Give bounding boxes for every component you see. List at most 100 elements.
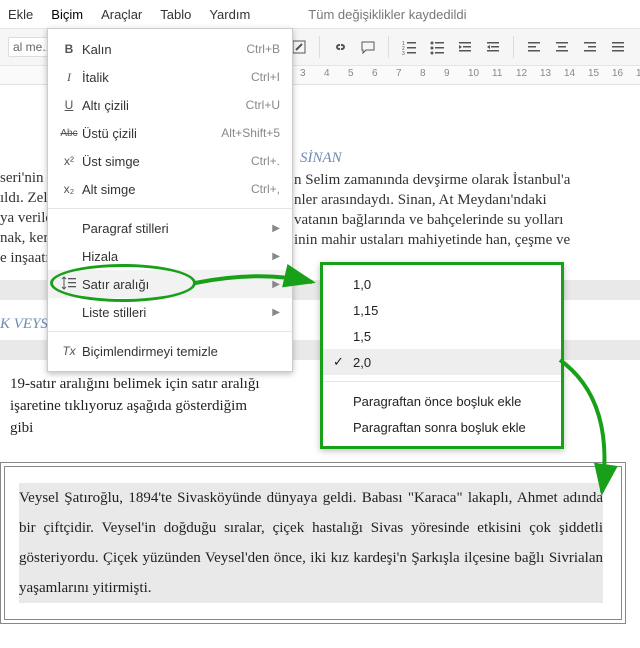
menu-yardim[interactable]: Yardım <box>209 7 250 22</box>
spacing-option-1-15[interactable]: 1,15 <box>323 297 561 323</box>
doc-fragment: ıldı. Zel <box>0 190 48 207</box>
menu-tablo[interactable]: Tablo <box>160 7 191 22</box>
ruler-tick: 12 <box>516 68 527 79</box>
strikethrough-icon: Abc <box>56 128 82 139</box>
separator <box>388 36 389 58</box>
ruler-tick: 3 <box>300 68 306 79</box>
ruler-tick: 16 <box>612 68 623 79</box>
save-status: Tüm değişiklikler kaydedildi <box>308 7 466 22</box>
menu-item-label: Satır aralığı <box>82 277 266 292</box>
submenu-arrow-icon: ▶ <box>272 307 280 318</box>
menu-item-label: Altı çizili <box>82 98 246 113</box>
doc-fragment: K VEYS <box>0 316 48 333</box>
spacing-add-before[interactable]: Paragraftan önce boşluk ekle <box>323 388 561 414</box>
insert-comment-button[interactable] <box>355 34 381 60</box>
ruler-tick: 7 <box>396 68 402 79</box>
increase-indent-button[interactable] <box>480 34 506 60</box>
doc-line: n Selim zamanında devşirme olarak İstanb… <box>294 170 570 190</box>
decrease-indent-button[interactable] <box>452 34 478 60</box>
menu-item-clear-formatting[interactable]: Tx Biçimlendirmeyi temizle <box>48 337 292 365</box>
doc-line: nler arasındaydı. Sinan, At Meydanı'ndak… <box>294 190 547 210</box>
separator <box>319 36 320 58</box>
paragraph-box: Veysel Şatıroğlu, 1894'te Sivasköyünde d… <box>0 462 626 624</box>
clear-format-icon: Tx <box>56 344 82 358</box>
italic-icon: I <box>56 70 82 85</box>
ruler-tick: 9 <box>444 68 450 79</box>
doc-fragment: ya verile <box>0 210 52 227</box>
ruler-tick: 10 <box>468 68 479 79</box>
ruler-tick: 14 <box>564 68 575 79</box>
shortcut: Ctrl+, <box>251 182 280 196</box>
bold-icon: B <box>56 42 82 56</box>
annotation-line: 19-satır aralığını belimek için satır ar… <box>10 376 260 393</box>
annotation-line: gibi <box>10 420 33 437</box>
menu-item-label: Üstü çizili <box>82 126 221 141</box>
option-label: 1,5 <box>353 329 371 344</box>
ruler-tick: 17 <box>636 68 640 79</box>
doc-fragment: nak, ker <box>0 230 48 247</box>
shortcut: Ctrl+B <box>246 42 280 56</box>
menu-item-label: Üst simge <box>82 154 251 169</box>
subscript-icon: x₂ <box>56 182 82 196</box>
menu-araclar[interactable]: Araçlar <box>101 7 142 22</box>
superscript-icon: x² <box>56 154 82 168</box>
menu-ekle[interactable]: Ekle <box>8 7 33 22</box>
underline-icon: U <box>56 98 82 112</box>
menu-item-label: Alt simge <box>82 182 251 197</box>
ruler-tick: 13 <box>540 68 551 79</box>
menu-item-list-styles[interactable]: Liste stilleri ▶ <box>48 298 292 326</box>
menubar: Ekle Biçim Araçlar Tablo Yardım Tüm deği… <box>0 0 640 29</box>
menu-item-subscript[interactable]: x₂ Alt simge Ctrl+, <box>48 175 292 203</box>
menu-item-bold[interactable]: B Kalın Ctrl+B <box>48 35 292 63</box>
menu-item-label: Hizala <box>82 249 266 264</box>
submenu-arrow-icon: ▶ <box>272 251 280 262</box>
spacing-option-1-5[interactable]: 1,5 <box>323 323 561 349</box>
option-label: Paragraftan sonra boşluk ekle <box>353 420 526 435</box>
ruler-tick: 11 <box>492 68 502 79</box>
ruler-tick: 6 <box>372 68 378 79</box>
ruler-tick: 4 <box>324 68 330 79</box>
menu-item-paragraph-styles[interactable]: Paragraf stilleri ▶ <box>48 214 292 242</box>
align-right-button[interactable] <box>577 34 603 60</box>
menu-item-underline[interactable]: U Altı çizili Ctrl+U <box>48 91 292 119</box>
ruler-tick: 8 <box>420 68 426 79</box>
numbered-list-button[interactable]: 123 <box>396 34 422 60</box>
ruler-tick: 5 <box>348 68 354 79</box>
spacing-option-1-0[interactable]: 1,0 <box>323 271 561 297</box>
line-spacing-icon <box>56 275 82 294</box>
insert-link-button[interactable] <box>327 34 353 60</box>
menu-item-superscript[interactable]: x² Üst simge Ctrl+. <box>48 147 292 175</box>
menu-item-strikethrough[interactable]: Abc Üstü çizili Alt+Shift+5 <box>48 119 292 147</box>
menu-item-italic[interactable]: I İtalik Ctrl+I <box>48 63 292 91</box>
align-center-button[interactable] <box>549 34 575 60</box>
line-spacing-submenu: 1,0 1,15 1,5 ✓2,0 Paragraftan önce boşlu… <box>320 262 564 449</box>
annotation-line: işaretine tıklıyoruz aşağıda gösterdiğim <box>10 398 247 415</box>
menu-bicim[interactable]: Biçim <box>51 7 83 22</box>
menu-item-label: Kalın <box>82 42 246 57</box>
menu-item-align[interactable]: Hizala ▶ <box>48 242 292 270</box>
shortcut: Alt+Shift+5 <box>221 126 280 140</box>
menu-divider <box>323 381 561 382</box>
spacing-option-2-0[interactable]: ✓2,0 <box>323 349 561 375</box>
menu-item-label: İtalik <box>82 70 251 85</box>
check-icon: ✓ <box>333 354 344 370</box>
align-left-button[interactable] <box>521 34 547 60</box>
option-label: 1,15 <box>353 303 378 318</box>
option-label: 1,0 <box>353 277 371 292</box>
doc-fragment: seri'nin <box>0 170 44 187</box>
menu-item-label: Paragraf stilleri <box>82 221 266 236</box>
shortcut: Ctrl+I <box>251 70 280 84</box>
doc-fragment: e inşaatı <box>0 250 50 267</box>
align-justify-button[interactable] <box>605 34 631 60</box>
bulleted-list-button[interactable] <box>424 34 450 60</box>
menu-item-line-spacing[interactable]: Satır aralığı ▶ <box>48 270 292 298</box>
shortcut: Ctrl+. <box>251 154 280 168</box>
separator <box>513 36 514 58</box>
menu-divider <box>48 208 292 209</box>
doc-line: inin mahir ustaları mahiyetinde han, çeş… <box>294 230 570 250</box>
option-label: Paragraftan önce boşluk ekle <box>353 394 521 409</box>
spacing-add-after[interactable]: Paragraftan sonra boşluk ekle <box>323 414 561 440</box>
menu-item-label: Biçimlendirmeyi temizle <box>82 344 280 359</box>
menu-divider <box>48 331 292 332</box>
menu-item-label: Liste stilleri <box>82 305 266 320</box>
